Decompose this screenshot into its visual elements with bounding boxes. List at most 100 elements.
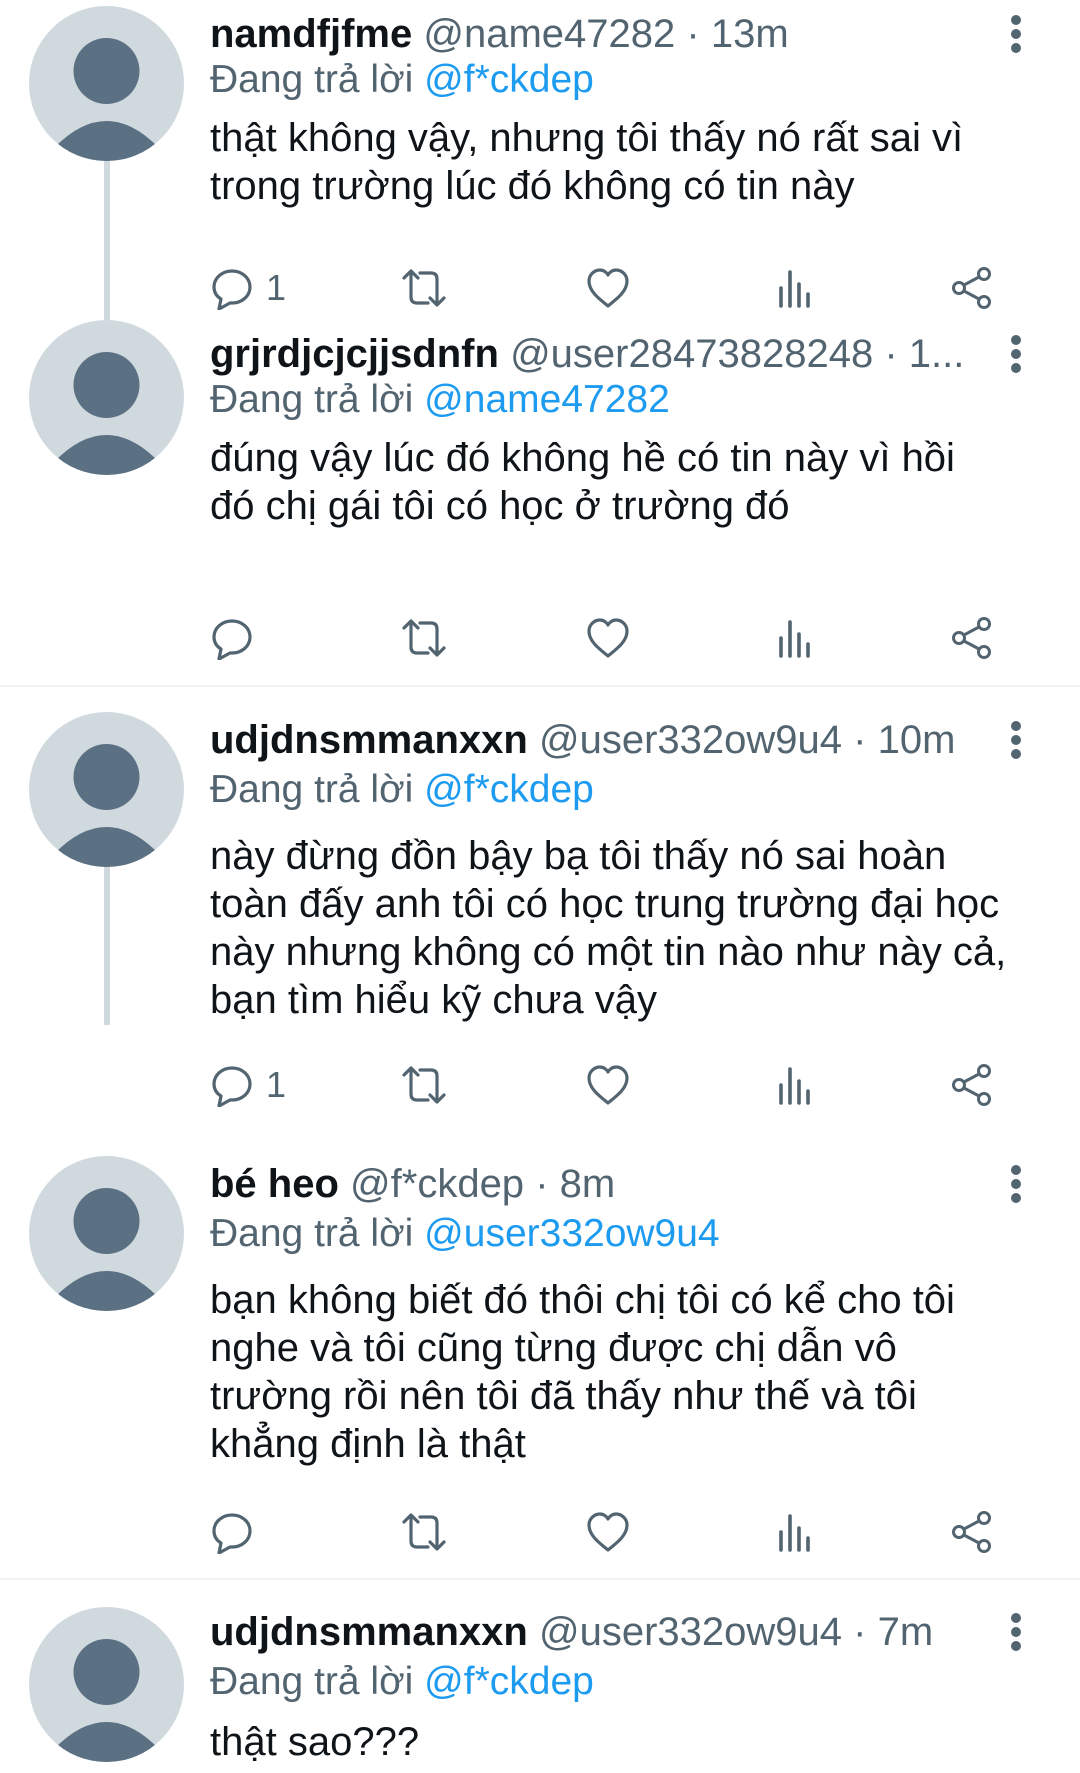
separator: · [853,1610,867,1654]
tweet[interactable]: bé heo @f*ckdep · 8m Đang trả lời @user3… [0,1140,1080,1570]
reply-button[interactable] [210,1502,266,1562]
reply-button[interactable]: 1 [210,1055,286,1115]
analytics-button[interactable] [775,1055,815,1115]
analytics-icon [779,1067,810,1105]
tweet[interactable]: grjrdjcjcjjsdnfn @user28473828248 · 1...… [0,320,1080,680]
analytics-icon [779,620,810,658]
divider [0,685,1080,687]
timestamp[interactable]: 1... [909,332,965,376]
timestamp[interactable]: 7m [878,1610,934,1654]
timestamp[interactable]: 13m [711,12,789,56]
like-button[interactable] [585,258,631,318]
reply-button[interactable] [210,608,266,668]
default-avatar-icon [54,744,159,867]
retweet-button[interactable] [400,608,448,668]
default-avatar-icon [54,1639,159,1762]
tweet-text: này đừng đồn bậy bạ tôi thấy nó sai hoàn… [210,832,1050,1024]
tweet-text-line: bạn tìm hiểu kỹ chưa vậy [210,978,657,1022]
tweet-header: namdfjfme @name47282 · 13m [210,8,980,60]
reply-context-label: Đang trả lời [210,378,414,421]
tweet-text-line: trường rồi nên tôi đã thấy như thế và tô… [210,1374,917,1418]
share-button[interactable] [950,1502,994,1562]
user-handle[interactable]: @user332ow9u4 [539,1610,842,1654]
like-icon [587,1512,629,1552]
reply-context: Đang trả lời @user332ow9u4 [210,1210,720,1258]
user-handle[interactable]: @user28473828248 [510,332,873,376]
like-button[interactable] [585,608,631,668]
display-name[interactable]: namdfjfme [210,12,412,56]
display-name[interactable]: grjrdjcjcjjsdnfn [210,332,499,376]
share-button[interactable] [950,1055,994,1115]
separator: · [884,332,898,376]
tweet-text-line: này đừng đồn bậy bạ tôi thấy nó sai hoàn [210,834,947,878]
share-icon [952,617,991,659]
reply-icon [212,1066,252,1107]
default-avatar-icon [54,1188,159,1311]
avatar[interactable] [29,320,184,475]
like-button[interactable] [585,1055,631,1115]
tweet-text: bạn không biết đó thôi chị tôi có kể cho… [210,1276,1050,1468]
mention-link[interactable]: @f*ckdep [424,1660,594,1703]
tweet-text-line: bạn không biết đó thôi chị tôi có kể cho… [210,1278,955,1322]
display-name[interactable]: udjdnsmmanxxn [210,1610,528,1654]
retweet-icon [402,269,446,307]
more-options-button[interactable] [1004,1606,1028,1658]
like-button[interactable] [585,1502,631,1562]
tweet[interactable]: namdfjfme @name47282 · 13m Đang trả lời … [0,0,1080,310]
display-name[interactable]: bé heo [210,1162,339,1206]
avatar[interactable] [29,6,184,161]
more-options-button[interactable] [1004,714,1028,766]
analytics-icon [779,1514,810,1552]
mention-link[interactable]: @name47282 [424,378,670,421]
retweet-button[interactable] [400,258,448,318]
separator: · [853,718,867,762]
tweet-header: udjdnsmmanxxn @user332ow9u4 · 7m [210,1606,980,1658]
tweet-text-line: thật không vậy, nhưng tôi thấy nó rất sa… [210,116,964,160]
like-icon [587,618,629,658]
mention-link[interactable]: @user332ow9u4 [424,1212,719,1255]
share-icon [952,1511,991,1553]
share-button[interactable] [950,258,994,318]
tweet-text-line: đúng vậy lúc đó không hề có tin này vì h… [210,436,955,480]
mention-link[interactable]: @f*ckdep [424,58,594,101]
retweet-button[interactable] [400,1055,448,1115]
analytics-button[interactable] [775,608,815,668]
avatar[interactable] [29,1607,184,1762]
avatar[interactable] [29,712,184,867]
mention-link[interactable]: @f*ckdep [424,768,594,811]
user-handle[interactable]: @name47282 [423,12,675,56]
retweet-button[interactable] [400,1502,448,1562]
tweet-header: bé heo @f*ckdep · 8m [210,1158,980,1210]
like-icon [587,268,629,308]
avatar[interactable] [29,1156,184,1311]
tweet[interactable]: udjdnsmmanxxn @user332ow9u4 · 7m Đang tr… [0,1590,1080,1773]
timestamp[interactable]: 8m [560,1162,616,1206]
tweet-text-line: toàn đấy anh tôi có học trung trường đại… [210,882,1000,926]
tweet[interactable]: udjdnsmmanxxn @user332ow9u4 · 10m Đang t… [0,700,1080,1120]
reply-context-label: Đang trả lời [210,1212,414,1255]
separator: · [535,1162,549,1206]
share-button[interactable] [950,608,994,668]
action-bar [210,1502,1010,1562]
retweet-icon [402,1066,446,1104]
display-name[interactable]: udjdnsmmanxxn [210,718,528,762]
reply-context-label: Đang trả lời [210,1660,414,1703]
more-options-button[interactable] [1004,328,1028,380]
tweet-text-line: đó chị gái tôi có học ở trường đó [210,484,790,528]
more-options-button[interactable] [1004,1158,1028,1210]
user-handle[interactable]: @f*ckdep [350,1162,524,1206]
retweet-icon [402,619,446,657]
analytics-button[interactable] [775,258,815,318]
timestamp[interactable]: 10m [878,718,956,762]
user-handle[interactable]: @user332ow9u4 [539,718,842,762]
reply-context-label: Đang trả lời [210,58,414,101]
tweet-text: đúng vậy lúc đó không hề có tin này vì h… [210,434,1050,530]
divider [0,1578,1080,1580]
reply-button[interactable]: 1 [210,258,286,318]
reply-context: Đang trả lời @f*ckdep [210,1658,594,1706]
analytics-button[interactable] [775,1502,815,1562]
more-options-button[interactable] [1004,8,1028,60]
tweet-text: thật không vậy, nhưng tôi thấy nó rất sa… [210,114,1050,210]
tweet-header: udjdnsmmanxxn @user332ow9u4 · 10m [210,714,980,766]
reply-count: 1 [266,267,287,308]
